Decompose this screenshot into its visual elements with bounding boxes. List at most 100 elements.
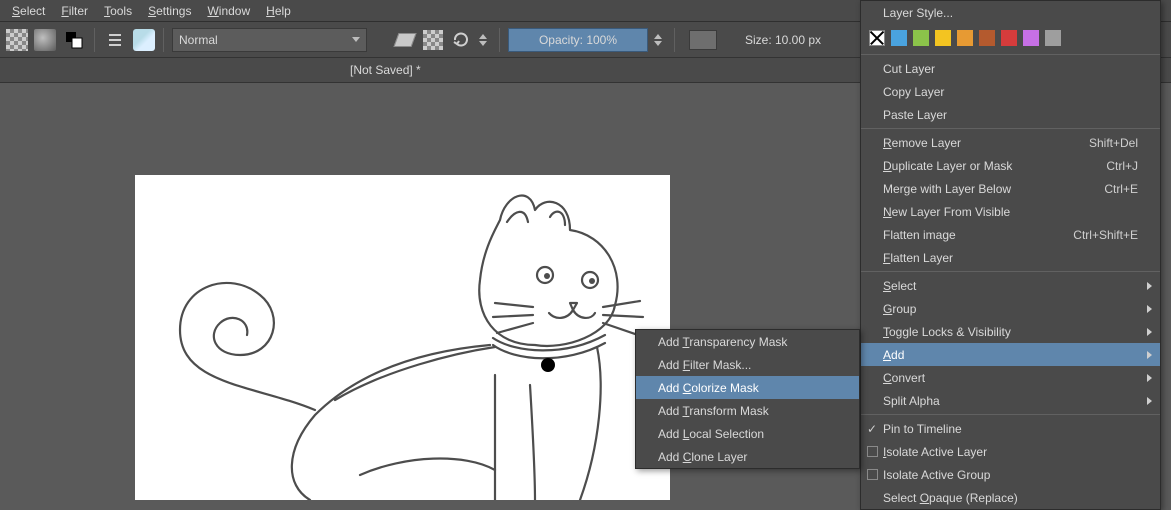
menu-item-label: Add Filter Mask... — [658, 358, 751, 372]
gradient-icon[interactable] — [34, 29, 56, 51]
menu-item-label: Add Transparency Mask — [658, 335, 787, 349]
menu-item-label: Isolate Active Layer — [883, 445, 987, 459]
menu-item-cut-layer[interactable]: Cut Layer — [861, 57, 1160, 80]
checkbox-icon — [867, 469, 878, 480]
menu-item-flatten-image[interactable]: Flatten image Ctrl+Shift+E — [861, 223, 1160, 246]
menu-item-duplicate-layer-or-mask[interactable]: Duplicate Layer or MaskCtrl+J — [861, 154, 1160, 177]
menu-item-label: Add Colorize Mask — [658, 381, 759, 395]
menu-item-add[interactable]: Add — [861, 343, 1160, 366]
separator — [163, 28, 164, 52]
reload-icon[interactable] — [449, 28, 473, 52]
color-swatch[interactable] — [935, 30, 951, 46]
blend-mode-dropdown[interactable]: Normal — [172, 28, 367, 52]
menu-item-label: Add Local Selection — [658, 427, 764, 441]
chevron-right-icon — [1147, 305, 1152, 313]
menu-item-split-alpha[interactable]: Split Alpha — [861, 389, 1160, 412]
chevron-right-icon — [1147, 397, 1152, 405]
menu-item-label: New Layer From Visible — [883, 205, 1010, 219]
menu-item-add-filter-mask[interactable]: Add Filter Mask... — [636, 353, 859, 376]
brush-size-preview[interactable] — [689, 30, 717, 50]
brush-preset-icon[interactable] — [133, 29, 155, 51]
menu-item-label: Add Transform Mask — [658, 404, 769, 418]
menu-item-copy-layer[interactable]: Copy Layer — [861, 80, 1160, 103]
menu-item-label: Add Clone Layer — [658, 450, 747, 464]
menu-item-select-opaque-replace[interactable]: Select Opaque (Replace) — [861, 486, 1160, 509]
menu-item-pin-to-timeline[interactable]: Pin to Timeline ✓ — [861, 417, 1160, 440]
menu-item-label: Duplicate Layer or Mask — [883, 159, 1012, 173]
menu-settings[interactable]: Settings — [140, 2, 199, 20]
menu-item-paste-layer[interactable]: Paste Layer — [861, 103, 1160, 126]
separator — [94, 28, 95, 52]
menu-item-label: Group — [883, 302, 916, 316]
menu-item-add-clone-layer[interactable]: Add Clone Layer — [636, 445, 859, 468]
menu-item-label: Merge with Layer Below — [883, 182, 1011, 196]
menu-item-label: Add — [883, 348, 904, 362]
menu-item-label: Pin to Timeline — [883, 422, 962, 436]
chevron-right-icon — [1147, 328, 1152, 336]
menu-item-label: Layer Style... — [883, 6, 953, 20]
color-swatch[interactable] — [1023, 30, 1039, 46]
fg-bg-swap-icon[interactable] — [62, 28, 86, 52]
blend-spinner[interactable] — [479, 28, 491, 52]
menu-filter[interactable]: Filter — [53, 2, 96, 20]
canvas[interactable] — [135, 175, 670, 500]
menu-item-label: Select — [883, 279, 916, 293]
menu-item-layer-style[interactable]: Layer Style... — [861, 1, 1160, 24]
artwork-sketch — [135, 175, 670, 500]
menu-item-label: Remove Layer — [883, 136, 961, 150]
menu-item-add-transform-mask[interactable]: Add Transform Mask — [636, 399, 859, 422]
menu-item-label: Copy Layer — [883, 85, 944, 99]
check-icon: ✓ — [867, 422, 877, 436]
brush-size-field[interactable]: Size: 10.00 px — [723, 28, 843, 52]
layer-context-menu: Layer Style... Cut Layer Copy Layer Paste L… — [860, 0, 1161, 510]
color-swatch[interactable] — [979, 30, 995, 46]
menu-item-add-transparency-mask[interactable]: Add Transparency Mask — [636, 330, 859, 353]
checkbox-icon — [867, 446, 878, 457]
blend-mode-label: Normal — [179, 33, 218, 47]
color-swatch[interactable] — [1045, 30, 1061, 46]
menu-tools[interactable]: Tools — [96, 2, 140, 20]
shortcut-label: Ctrl+Shift+E — [1073, 228, 1138, 242]
separator — [674, 28, 675, 52]
alpha-lock-icon[interactable] — [423, 30, 443, 50]
menu-item-convert[interactable]: Convert — [861, 366, 1160, 389]
color-swatch[interactable] — [957, 30, 973, 46]
menu-item-label: Split Alpha — [883, 394, 940, 408]
shortcut-label: Ctrl+E — [1104, 182, 1138, 196]
pattern-icon[interactable] — [6, 29, 28, 51]
menu-window[interactable]: Window — [199, 2, 258, 20]
menu-item-label: Toggle Locks & Visibility — [883, 325, 1011, 339]
opacity-spinner[interactable] — [654, 28, 666, 52]
menu-item-toggle-locks-visibility[interactable]: Toggle Locks & Visibility — [861, 320, 1160, 343]
menu-item-add-local-selection[interactable]: Add Local Selection — [636, 422, 859, 445]
add-submenu: Add Transparency Mask Add Filter Mask... A… — [635, 329, 860, 469]
color-swatch[interactable] — [891, 30, 907, 46]
menu-item-add-colorize-mask[interactable]: Add Colorize Mask — [636, 376, 859, 399]
menu-item-group[interactable]: Group — [861, 297, 1160, 320]
label-color-swatches[interactable] — [861, 24, 1160, 52]
color-swatch[interactable] — [913, 30, 929, 46]
swatch-none-icon[interactable] — [869, 30, 885, 46]
opacity-label: Opacity: 100% — [539, 33, 617, 47]
menu-item-label: Isolate Active Group — [883, 468, 990, 482]
menu-item-label: Convert — [883, 371, 925, 385]
menu-item-select[interactable]: Select — [861, 274, 1160, 297]
color-swatch[interactable] — [1001, 30, 1017, 46]
menu-item-merge-with-layer-below[interactable]: Merge with Layer Below Ctrl+E — [861, 177, 1160, 200]
menu-item-isolate-active-group[interactable]: Isolate Active Group — [861, 463, 1160, 486]
menu-item-label: Flatten Layer — [883, 251, 953, 265]
menu-item-remove-layer[interactable]: Remove LayerShift+Del — [861, 131, 1160, 154]
menu-select[interactable]: Select — [4, 2, 53, 20]
eraser-icon[interactable] — [393, 28, 417, 52]
document-title[interactable]: [Not Saved] * — [350, 63, 421, 77]
list-icon[interactable] — [103, 28, 127, 52]
menu-item-label: Select Opaque (Replace) — [883, 491, 1018, 505]
menu-item-label: Flatten image — [883, 228, 956, 242]
opacity-slider[interactable]: Opacity: 100% — [508, 28, 648, 52]
menu-item-flatten-layer[interactable]: Flatten Layer — [861, 246, 1160, 269]
menu-item-label: Cut Layer — [883, 62, 935, 76]
menu-item-new-layer-from-visible[interactable]: New Layer From Visible — [861, 200, 1160, 223]
chevron-right-icon — [1147, 374, 1152, 382]
menu-help[interactable]: Help — [258, 2, 299, 20]
menu-item-isolate-active-layer[interactable]: Isolate Active Layer — [861, 440, 1160, 463]
